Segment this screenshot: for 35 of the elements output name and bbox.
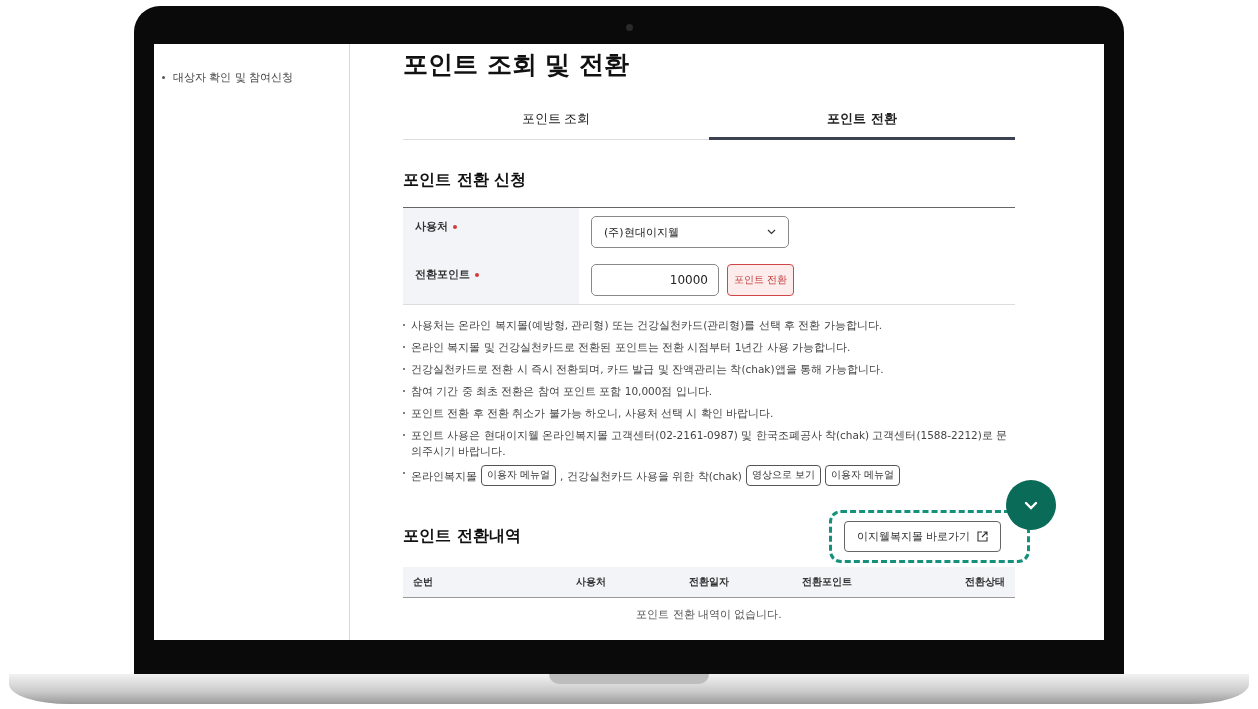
tab[interactable]: 포인트 전환 [709, 103, 1015, 140]
note-text: 건강실천카드로 전환 시 즉시 전환되며, 카드 발급 및 잔액관리는 착(chak)앱을 통해 가능합니다. [411, 362, 884, 377]
shop-link-button[interactable]: 이지웰복지몰 바로가기 [843, 521, 1001, 552]
column-header: 전환일자 [688, 575, 730, 589]
column-header: 순번 [413, 575, 434, 589]
section-title: 포인트 전환내역 [403, 526, 521, 547]
section-title: 포인트 전환 신청 [403, 170, 528, 191]
note-text: , 건강실천카드 사용을 위한 착(chak) [560, 468, 742, 484]
note-text: 온라인복지몰 [411, 468, 477, 484]
select-field[interactable]: (주)현대이지웰 [591, 216, 789, 248]
points-input[interactable]: 10000 [591, 264, 719, 296]
manual-button[interactable]: 영상으로 보기 [745, 465, 821, 486]
chevron-down-icon [767, 229, 776, 235]
note-text: 온라인 복지몰 및 건강실천카드로 전환된 포인트는 전환 시점부터 1년간 사용 가능합니다. [411, 340, 851, 355]
scroll-down-button[interactable] [1006, 480, 1056, 530]
tab[interactable]: 포인트 조회 [403, 103, 709, 140]
convert-button[interactable]: 포인트 전환 [727, 264, 795, 296]
chevron-down-icon [1024, 500, 1038, 510]
sidebar-item[interactable]: 대상자 확인 및 참여신청 [173, 70, 294, 85]
external-link-icon [977, 531, 988, 542]
column-header: 전환상태 [964, 575, 1005, 589]
column-header: 전환포인트 [801, 575, 854, 589]
note-text: 참여 기간 중 최초 전환은 참여 포인트 포함 10,000점 입니다. [411, 384, 713, 399]
manual-button[interactable]: 이용자 메뉴얼 [824, 465, 900, 486]
empty-message: 포인트 전환 내역이 없습니다. [635, 607, 783, 622]
note-text: 포인트 사용은 현대이지웰 온라인복지몰 고객센터(02-2161-0987) 및 한국조폐공사 착(chak) 고객센터(1588-2212)로 문의주시기 바랍니다. [411, 428, 1009, 459]
bullet-icon [162, 76, 165, 79]
note-text: 포인트 전환 후 전환 취소가 불가능 하오니, 사용처 선택 시 확인 바랍니다. [411, 406, 774, 421]
manual-button[interactable]: 이용자 메뉴얼 [481, 465, 557, 486]
field-label: 사용처 [415, 220, 448, 234]
camera-icon [626, 24, 633, 31]
field-label: 전환포인트 [415, 268, 470, 282]
note-text: 사용처는 온라인 복지몰(예방형, 관리형) 또는 건강실천카드(관리형)를 선택 후 전환 가능합니다. [411, 318, 883, 333]
page-title: 포인트 조회 및 전환 [403, 49, 631, 81]
column-header: 사용처 [574, 575, 607, 589]
